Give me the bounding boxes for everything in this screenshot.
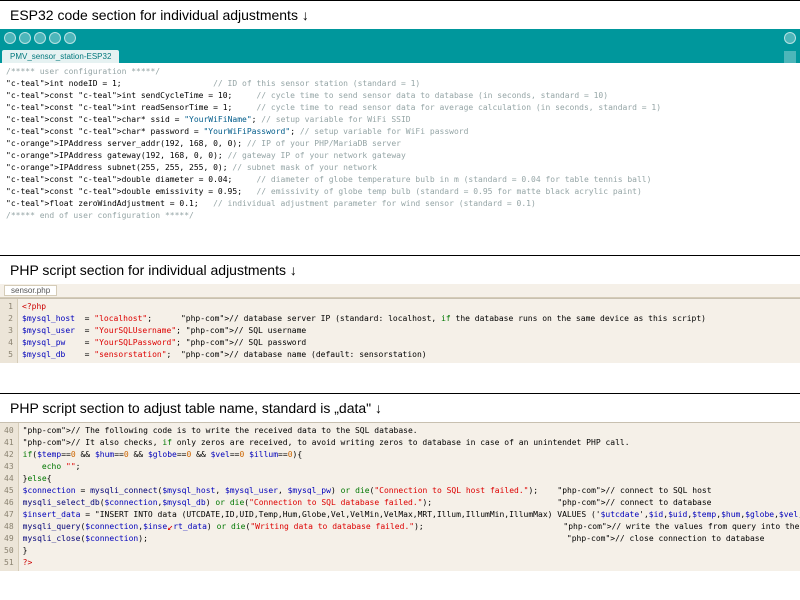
section-title-3: PHP script section to adjust table name,… — [0, 394, 800, 422]
esp32-code[interactable]: /***** user configuration *****/"c-teal"… — [0, 63, 800, 225]
php-code-body: <?php$mysql_host = "localhost"; "php-com… — [18, 299, 800, 363]
section-php-table: PHP script section to adjust table name,… — [0, 393, 800, 571]
section-title-2: PHP script section for individual adjust… — [0, 256, 800, 284]
php-table-code[interactable]: 404142434445464748495051 "php-com">// Th… — [0, 422, 800, 571]
ide-toolbar — [0, 29, 800, 47]
new-icon[interactable] — [34, 32, 46, 44]
php-file-tabs: sensor.php — [0, 284, 800, 298]
section-php-config: PHP script section for individual adjust… — [0, 255, 800, 363]
tab-menu-icon[interactable] — [784, 51, 796, 63]
section-esp32: ESP32 code section for individual adjust… — [0, 0, 800, 225]
php-code-body: "php-com">// The following code is to wr… — [19, 423, 800, 571]
php-config-code[interactable]: 12345 <?php$mysql_host = "localhost"; "p… — [0, 298, 800, 363]
line-gutter: 12345 — [0, 299, 18, 363]
open-icon[interactable] — [49, 32, 61, 44]
serial-monitor-icon[interactable] — [784, 32, 796, 44]
php-file-tab[interactable]: sensor.php — [4, 285, 57, 296]
section-title-1: ESP32 code section for individual adjust… — [0, 1, 800, 29]
save-icon[interactable] — [64, 32, 76, 44]
sketch-tab[interactable]: PMV_sensor_station-ESP32 — [2, 50, 119, 63]
ide-tab-row: PMV_sensor_station-ESP32 — [0, 47, 800, 63]
upload-icon[interactable] — [19, 32, 31, 44]
line-gutter: 404142434445464748495051 — [0, 423, 19, 571]
verify-icon[interactable] — [4, 32, 16, 44]
